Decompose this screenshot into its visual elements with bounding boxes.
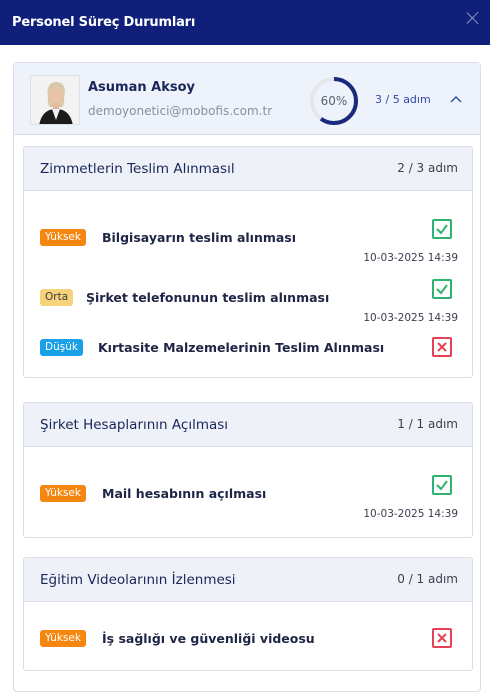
close-icon[interactable] bbox=[464, 9, 482, 27]
avatar bbox=[30, 75, 80, 125]
task-title: İş sağlığı ve güvenliği videosu bbox=[102, 631, 315, 646]
personnel-email: demoyonetici@mobofis.com.tr bbox=[88, 104, 273, 118]
chevron-up-icon[interactable] bbox=[449, 93, 463, 107]
priority-badge: Yüksek bbox=[40, 630, 86, 647]
section-title: Şirket Hesaplarının Açılması bbox=[40, 417, 229, 433]
section-accounts: Şirket Hesaplarının Açılması 1 / 1 adım … bbox=[23, 402, 473, 538]
priority-badge: Yüksek bbox=[40, 229, 86, 246]
progress-percent: 60% bbox=[320, 94, 348, 108]
section-header[interactable]: Şirket Hesaplarının Açılması 1 / 1 adım bbox=[24, 403, 472, 447]
task-date: 10-03-2025 14:39 bbox=[363, 312, 458, 324]
section-steps: 2 / 3 adım bbox=[397, 161, 458, 175]
task-title: Mail hesabının açılması bbox=[102, 486, 267, 501]
cross-icon[interactable] bbox=[432, 337, 452, 357]
task-title: Bilgisayarın teslim alınması bbox=[102, 230, 297, 245]
modal-title: Personel Süreç Durumları bbox=[12, 15, 196, 30]
section-training-videos: Eğitim Videolarının İzlenmesi 0 / 1 adım… bbox=[23, 557, 473, 671]
check-icon[interactable] bbox=[432, 475, 452, 495]
modal-header: Personel Süreç Durumları bbox=[0, 0, 490, 45]
section-header[interactable]: Eğitim Videolarının İzlenmesi 0 / 1 adım bbox=[24, 558, 472, 602]
section-header[interactable]: Zimmetlerin Teslim Alınmasıl 2 / 3 adım bbox=[24, 147, 472, 191]
personnel-name: Asuman Aksoy bbox=[88, 80, 196, 95]
personnel-summary[interactable]: Asuman Aksoy demoyonetici@mobofis.com.tr… bbox=[14, 63, 480, 135]
priority-badge: Orta bbox=[40, 289, 74, 306]
task-date: 10-03-2025 14:39 bbox=[363, 252, 458, 264]
personnel-process-card: Asuman Aksoy demoyonetici@mobofis.com.tr… bbox=[13, 62, 481, 692]
task-date: 10-03-2025 14:39 bbox=[363, 508, 458, 520]
check-icon[interactable] bbox=[432, 219, 452, 239]
section-title: Zimmetlerin Teslim Alınmasıl bbox=[40, 161, 235, 177]
task-title: Kırtasite Malzemelerinin Teslim Alınması bbox=[98, 340, 385, 355]
cross-icon[interactable] bbox=[432, 628, 452, 648]
check-icon[interactable] bbox=[432, 279, 452, 299]
section-steps: 0 / 1 adım bbox=[397, 572, 458, 586]
section-title: Eğitim Videolarının İzlenmesi bbox=[40, 572, 236, 588]
section-zimmet: Zimmetlerin Teslim Alınmasıl 2 / 3 adım … bbox=[23, 146, 473, 378]
task-title: Şirket telefonunun teslim alınması bbox=[86, 290, 330, 305]
overall-steps: 3 / 5 adım bbox=[375, 93, 431, 106]
section-steps: 1 / 1 adım bbox=[397, 417, 458, 431]
priority-badge: Düşük bbox=[40, 339, 83, 356]
priority-badge: Yüksek bbox=[40, 485, 86, 502]
